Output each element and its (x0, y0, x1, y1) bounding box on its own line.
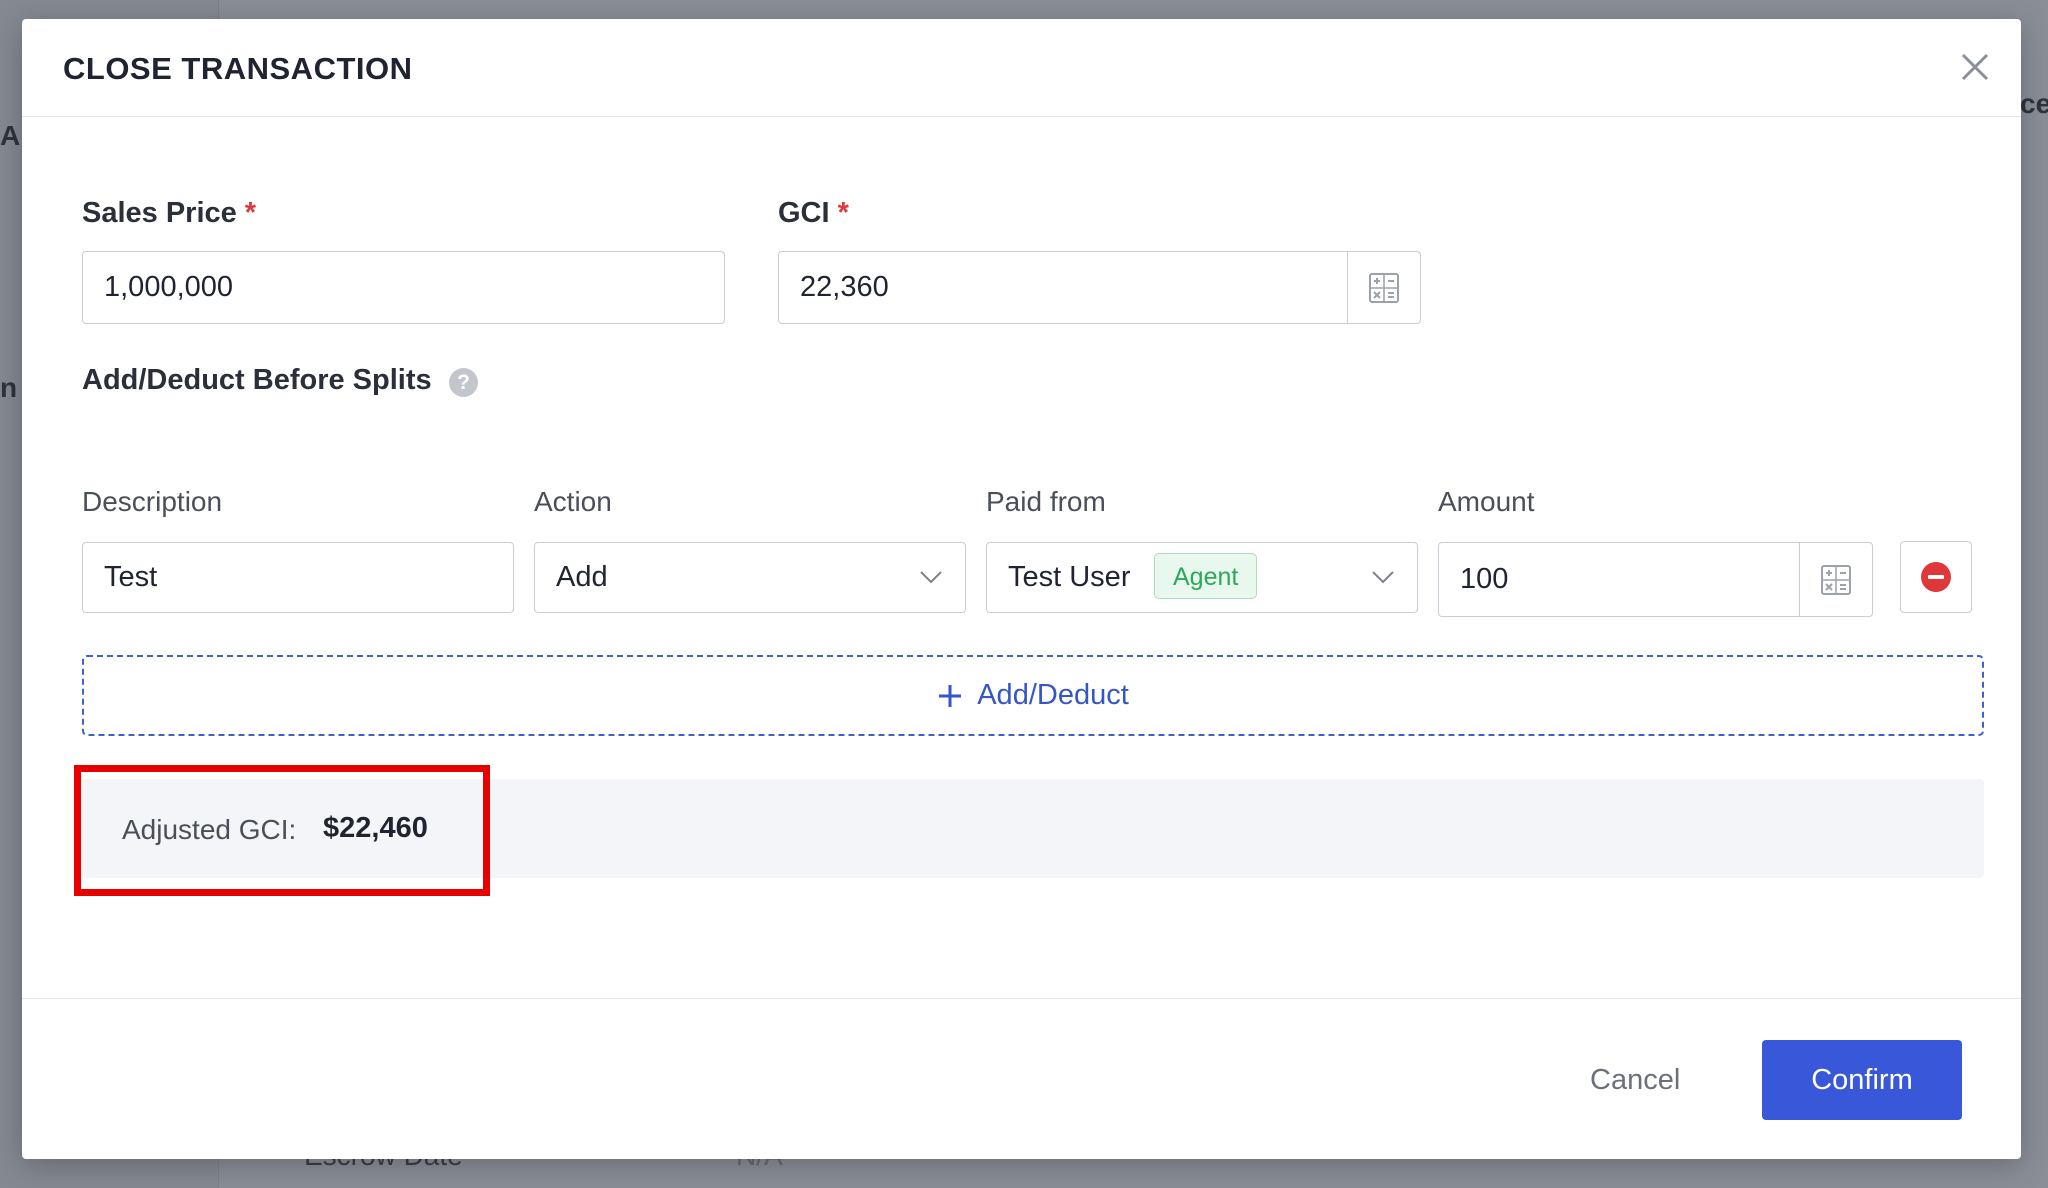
close-transaction-modal: CLOSE TRANSACTION Sales Price * 1,000,000… (22, 19, 2021, 1159)
background-text-fragment: cel (2020, 88, 2048, 119)
amount-calculator-button[interactable] (1799, 543, 1872, 616)
modal-header: CLOSE TRANSACTION (22, 19, 2021, 117)
paid-from-value: Test User (1008, 561, 1131, 593)
action-column-label: Action (534, 486, 612, 517)
confirm-button[interactable]: Confirm (1762, 1040, 1962, 1120)
sales-price-value: 1,000,000 (104, 271, 234, 303)
required-mark: * (837, 197, 849, 229)
add-deduct-button[interactable]: Add/Deduct (82, 655, 1984, 736)
cancel-button[interactable]: Cancel (1590, 1064, 1680, 1097)
amount-column-label: Amount (1438, 486, 1535, 517)
amount-input[interactable]: 100 (1438, 542, 1873, 617)
sales-price-input[interactable]: 1,000,000 (82, 251, 725, 324)
close-icon (1961, 53, 1989, 81)
remove-circle-icon (1921, 562, 1951, 592)
highlight-annotation-box (74, 765, 490, 896)
description-column-label: Description (82, 486, 223, 517)
chevron-down-icon (920, 571, 942, 584)
sales-price-label: Sales Price * (82, 197, 257, 229)
background-text-fragment: n (0, 372, 18, 403)
calculator-icon (1369, 272, 1399, 303)
gci-value: 22,360 (800, 271, 889, 303)
chevron-down-icon (1372, 571, 1394, 584)
action-select[interactable]: Add (534, 542, 966, 613)
plus-icon (939, 684, 962, 707)
agent-badge: Agent (1154, 553, 1258, 599)
remove-row-button[interactable] (1900, 541, 1972, 613)
help-icon[interactable]: ? (449, 368, 478, 397)
required-mark: * (244, 197, 257, 229)
action-value: Add (556, 561, 608, 593)
gci-input[interactable]: 22,360 (778, 251, 1421, 324)
modal-title: CLOSE TRANSACTION (63, 51, 413, 86)
paid-from-select[interactable]: Test User Agent (986, 542, 1418, 613)
calculator-icon (1821, 564, 1851, 595)
close-button[interactable] (1955, 47, 1995, 87)
modal-footer-divider (22, 998, 2021, 999)
paid-from-column-label: Paid from (986, 486, 1106, 517)
add-deduct-label: Add/Deduct (977, 679, 1129, 711)
gci-label: GCI * (778, 197, 849, 229)
description-value: Test (104, 561, 158, 593)
description-input[interactable]: Test (82, 542, 514, 613)
amount-value: 100 (1460, 563, 1509, 595)
add-deduct-section-title: Add/Deduct Before Splits (82, 364, 432, 396)
gci-calculator-button[interactable] (1347, 252, 1420, 323)
